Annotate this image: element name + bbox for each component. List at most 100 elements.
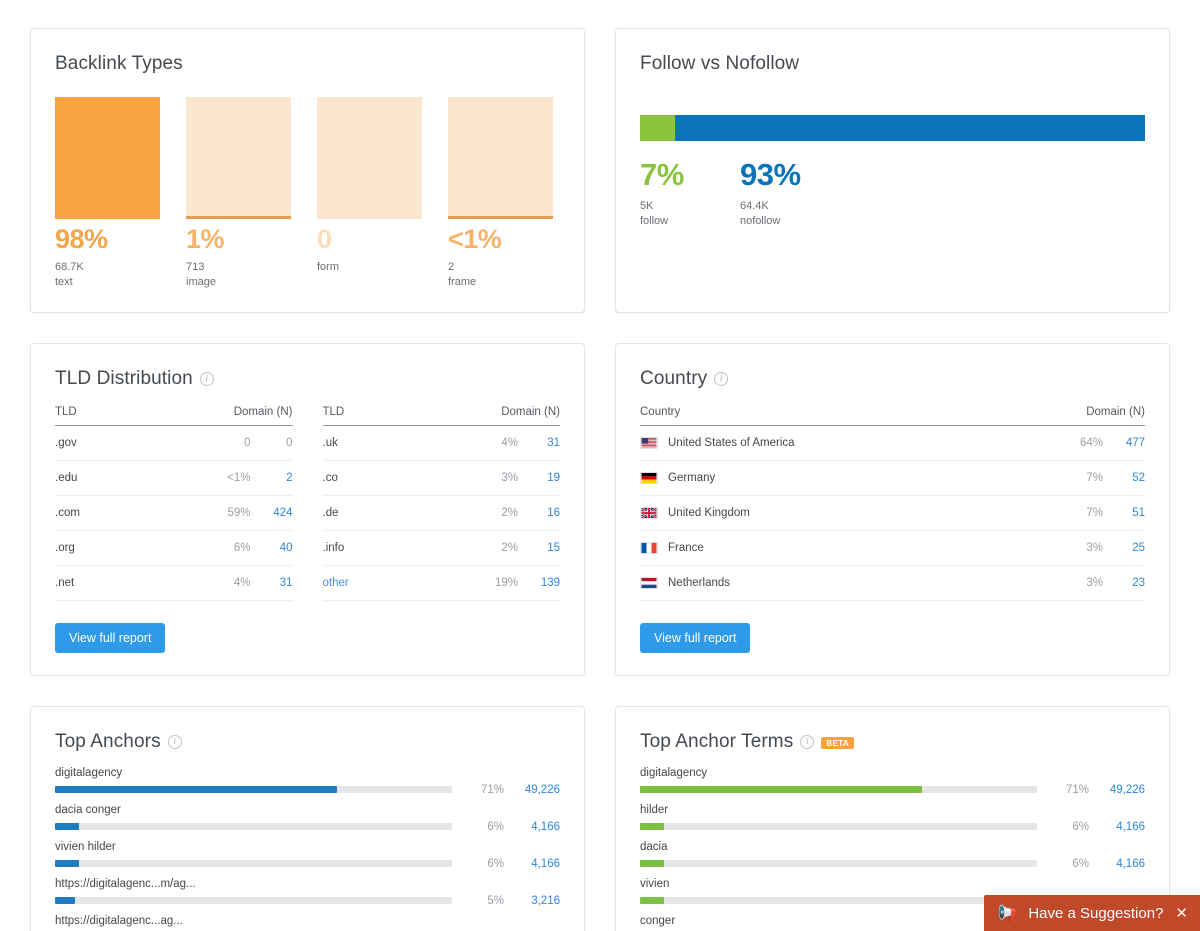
tld-domain-count[interactable]: 15 <box>518 530 560 566</box>
anchor-bar-track <box>640 897 1037 905</box>
tld-domain-count[interactable]: 139 <box>518 565 560 601</box>
backlink-type-detail: 713 image <box>186 260 291 290</box>
table-row[interactable]: .info 2% 15 <box>322 530 560 566</box>
card-grid: Backlink Types 98% 68.7K text 1% 713 image 0 fo… <box>30 28 1170 931</box>
nofollow-segment <box>675 115 1145 141</box>
anchor-count[interactable]: 49,226 <box>504 784 560 796</box>
bar-fill <box>186 97 291 219</box>
card-title-top-anchor-terms: Top Anchor Terms i BETA <box>640 731 1145 753</box>
anchor-bar-line: 6%4,166 <box>55 821 560 833</box>
backlink-type-label: frame <box>448 275 477 288</box>
card-title-follow-vs-nofollow: Follow vs Nofollow <box>640 53 1145 75</box>
anchor-label: vivien <box>640 877 670 890</box>
table-row[interactable]: .de 2% 16 <box>322 495 560 531</box>
bar-underline <box>186 216 291 219</box>
anchor-count[interactable]: 3,216 <box>504 895 560 907</box>
nl-flag <box>640 576 658 589</box>
anchor-row[interactable]: https://digitalagenc...m/ag... 5% 3,216 <box>55 878 560 907</box>
anchor-bar-track <box>640 786 1037 794</box>
backlink-type-detail: 2 frame <box>448 260 553 290</box>
view-full-report-button-tld[interactable]: View full report <box>55 622 166 653</box>
table-row[interactable]: .edu <1% 2 <box>55 460 293 496</box>
us-flag <box>640 436 658 449</box>
country-domain-count[interactable]: 25 <box>1103 530 1145 566</box>
country-domain-count[interactable]: 51 <box>1103 495 1145 531</box>
tld-domain-count[interactable]: 31 <box>518 425 560 461</box>
table-row[interactable]: United States of America 64% 477 <box>640 425 1145 461</box>
table-header-row: TLD Domain (N) <box>55 405 293 426</box>
country-name-cell: United Kingdom <box>640 495 1057 531</box>
tld-domain-count[interactable]: 19 <box>518 460 560 496</box>
have-a-suggestion-widget[interactable]: 📢 Have a Suggestion? ✕ <box>983 895 1200 931</box>
country-name: United States of America <box>668 436 795 449</box>
anchor-count[interactable]: 4,166 <box>1089 858 1145 870</box>
table-row[interactable]: other 19% 139 <box>322 565 560 601</box>
anchor-bar-track <box>55 897 452 905</box>
tld-domain-count[interactable]: 40 <box>250 530 293 566</box>
backlink-type-count: 2 <box>448 261 455 273</box>
close-icon[interactable]: ✕ <box>1175 904 1188 922</box>
tld-percent: 0 <box>204 425 251 461</box>
anchor-bar-fill <box>55 786 337 794</box>
anchor-row[interactable]: digitalagency 71% 49,226 <box>55 767 560 796</box>
tld-domain-count[interactable]: 424 <box>250 495 293 531</box>
table-row[interactable]: .com 59% 424 <box>55 495 293 531</box>
table-row[interactable]: Germany 7% 52 <box>640 460 1145 496</box>
anchor-label: https://digitalagenc...m/ag... <box>55 877 196 890</box>
anchor-row[interactable]: vivien hilder 6% 4,166 <box>55 841 560 870</box>
table-row[interactable]: United Kingdom 7% 51 <box>640 495 1145 531</box>
table-row[interactable]: .net 4% 31 <box>55 565 293 601</box>
country-domain-count[interactable]: 477 <box>1103 425 1145 461</box>
anchor-count[interactable]: 4,166 <box>504 858 560 870</box>
table-header-row: Country Domain (N) <box>640 405 1145 426</box>
country-domain-count[interactable]: 23 <box>1103 565 1145 601</box>
table-row[interactable]: .org 6% 40 <box>55 530 293 566</box>
anchor-row[interactable]: https://digitalagenc...ag...3%2,418 <box>55 915 560 931</box>
backlink-type-detail: 68.7K text <box>55 260 160 290</box>
follow-nofollow-stats: 7% 5K follow 93% 64.4K nofollow <box>640 159 1145 229</box>
anchor-label: vivien hilder <box>55 840 116 853</box>
backlink-type-percent: 98% <box>55 224 108 254</box>
backlink-type-column: 98% 68.7K text <box>55 97 160 290</box>
country-name-with-flag: Netherlands <box>640 576 1057 589</box>
anchor-row[interactable]: hilder 6% 4,166 <box>640 804 1145 833</box>
anchor-percent: 6% <box>1072 820 1089 833</box>
backlink-type-count: 713 <box>186 261 205 273</box>
anchor-label: dacia conger <box>55 803 121 816</box>
card-tld-distribution: TLD Distribution i TLD Domain (N) .gov 0 0… <box>30 342 585 676</box>
anchor-count[interactable]: 4,166 <box>504 821 560 833</box>
tld-domain-count[interactable]: 2 <box>250 460 293 496</box>
table-row[interactable]: Netherlands 3% 23 <box>640 565 1145 601</box>
backlink-types-bars: 98% 68.7K text 1% 713 image 0 form <1% 2 frame <box>55 97 560 290</box>
fr-flag <box>640 541 658 554</box>
tld-percent: 59% <box>204 495 251 531</box>
backlink-analytics-dashboard: Backlink Types 98% 68.7K text 1% 713 image 0 fo… <box>0 0 1200 931</box>
info-icon[interactable]: i <box>167 734 182 749</box>
info-icon[interactable]: i <box>199 371 214 386</box>
anchor-percent: 6% <box>1072 857 1089 870</box>
country-domain-count[interactable]: 52 <box>1103 460 1145 496</box>
info-icon[interactable]: i <box>800 734 815 749</box>
table-row[interactable]: .uk 4% 31 <box>322 425 560 461</box>
nofollow-detail: 64.4K nofollow <box>740 199 801 229</box>
de-flag <box>640 471 658 484</box>
backlink-type-count: 68.7K <box>55 261 84 273</box>
anchor-bar-line: 71% 49,226 <box>640 784 1145 796</box>
anchor-bar-track <box>640 860 1037 868</box>
table-row[interactable]: .co 3% 19 <box>322 460 560 496</box>
tld-domain-count[interactable]: 16 <box>518 495 560 531</box>
tld-domain-count[interactable]: 31 <box>250 565 293 601</box>
card-title-country: Country i <box>640 368 1145 390</box>
tld-name[interactable]: other <box>322 565 472 601</box>
info-icon[interactable]: i <box>714 371 729 386</box>
anchor-row[interactable]: dacia 6% 4,166 <box>640 841 1145 870</box>
country-name-cell: France <box>640 530 1057 566</box>
table-row[interactable]: France 3% 25 <box>640 530 1145 566</box>
table-row[interactable]: .gov 0 0 <box>55 425 293 461</box>
anchor-count[interactable]: 4,166 <box>1089 821 1145 833</box>
anchor-row[interactable]: dacia conger 6% 4,166 <box>55 804 560 833</box>
view-full-report-button-country[interactable]: View full report <box>640 622 751 653</box>
anchor-row[interactable]: digitalagency 71% 49,226 <box>640 767 1145 796</box>
country-title: Country <box>640 367 708 389</box>
anchor-count[interactable]: 49,226 <box>1089 784 1145 796</box>
